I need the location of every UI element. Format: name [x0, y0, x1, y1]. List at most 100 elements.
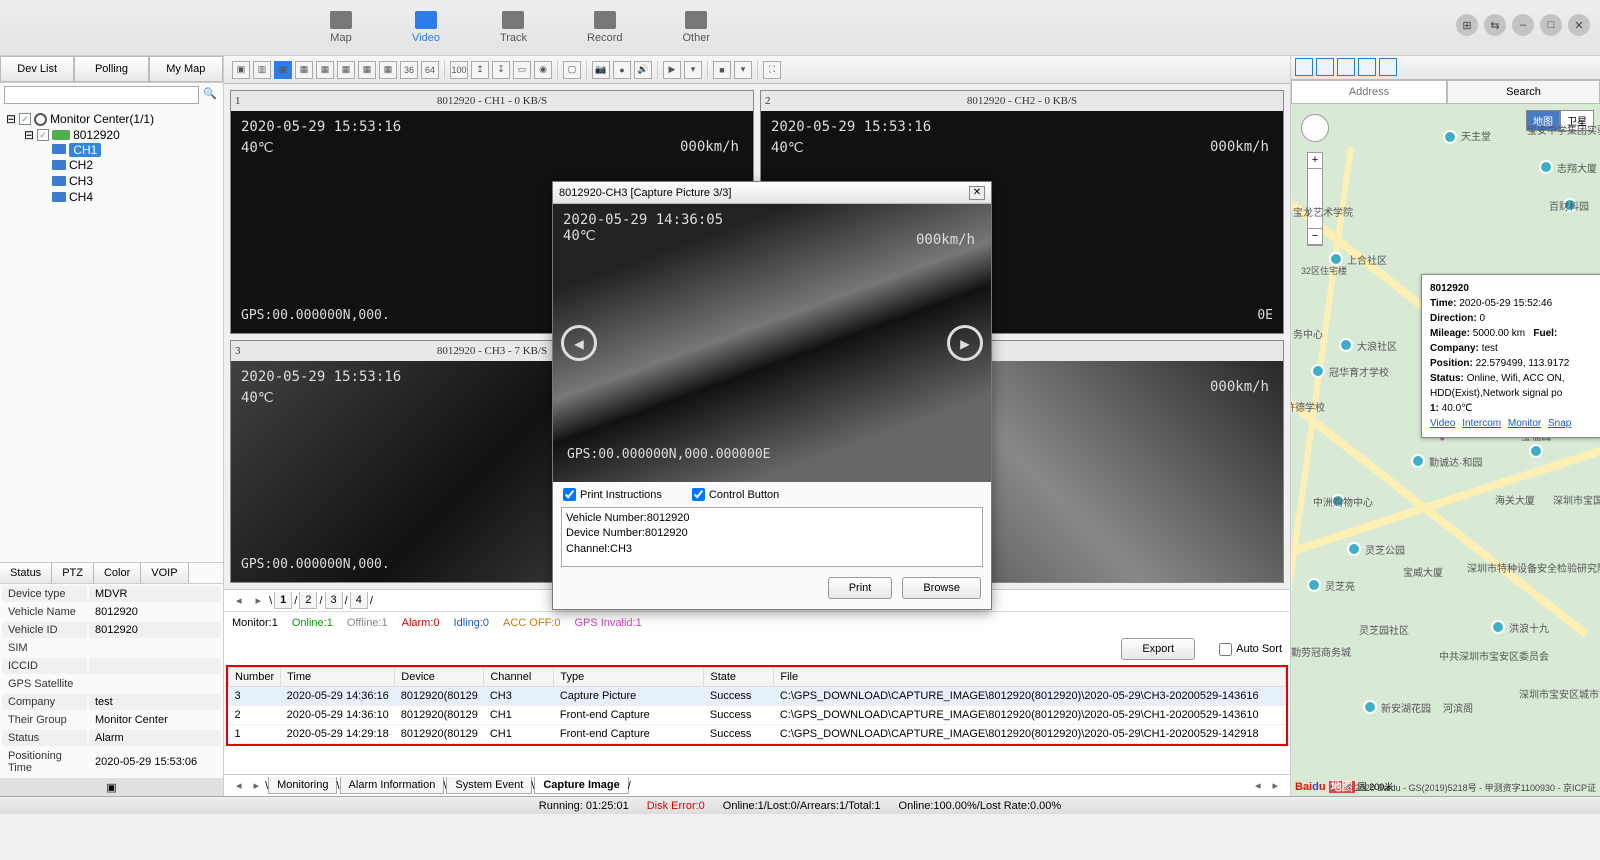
- minimize-button[interactable]: –: [1512, 14, 1534, 36]
- compass-icon[interactable]: [1301, 114, 1329, 142]
- btab-prev[interactable]: ◂: [230, 779, 248, 792]
- table-row[interactable]: 12020-05-29 14:29:188012920(80129CH1Fron…: [229, 725, 1286, 744]
- map-zoom[interactable]: +−: [1307, 152, 1323, 246]
- search-input[interactable]: [4, 86, 199, 104]
- page-tab-3[interactable]: 3: [325, 592, 343, 609]
- tree-ch3[interactable]: CH3: [6, 173, 217, 189]
- tab-color[interactable]: Color: [94, 563, 141, 583]
- close-button[interactable]: ✕: [1568, 14, 1590, 36]
- export-button[interactable]: Export: [1121, 638, 1195, 660]
- tab-ptz[interactable]: PTZ: [52, 563, 94, 583]
- map-canvas[interactable]: +− 地图卫星 天主堂 宝安中学集团实验学校 志翔大厦 百财科园 宝龙艺术学院 …: [1291, 104, 1600, 796]
- vt-up-btn[interactable]: ↥: [471, 61, 489, 79]
- grid-button[interactable]: ⊞: [1456, 14, 1478, 36]
- footer-status: Running: 01:25:01 Disk Error:0 Online:1/…: [0, 796, 1600, 814]
- map-tool-3[interactable]: [1337, 58, 1355, 76]
- map-tool-5[interactable]: [1379, 58, 1397, 76]
- tree-root[interactable]: ⊟ ✓ Monitor Center(1/1): [6, 111, 217, 127]
- nav-video[interactable]: Video: [412, 11, 440, 44]
- browse-button[interactable]: Browse: [902, 577, 981, 599]
- btab-next[interactable]: ▸: [248, 779, 266, 792]
- tab-alarm[interactable]: Alarm Information: [340, 777, 445, 794]
- layout9-btn[interactable]: ▦: [337, 61, 355, 79]
- vt-capture-btn[interactable]: 📷: [592, 61, 610, 79]
- vt-monitor-btn[interactable]: ▢: [563, 61, 581, 79]
- share-button[interactable]: ⇆: [1484, 14, 1506, 36]
- nav-track[interactable]: Track: [500, 11, 527, 44]
- layout25-btn[interactable]: ▦: [379, 61, 397, 79]
- address-input[interactable]: [1291, 80, 1447, 104]
- tab-capture[interactable]: Capture Image: [534, 777, 628, 794]
- nav-other[interactable]: Other: [683, 11, 711, 44]
- search-row: 🔍: [0, 83, 223, 107]
- btab-scroll-right[interactable]: ▸: [1266, 779, 1284, 792]
- layout2-btn[interactable]: ▥: [253, 61, 271, 79]
- vt-play-btn[interactable]: ▶: [663, 61, 681, 79]
- print-instructions-check[interactable]: Print Instructions: [563, 488, 662, 501]
- tab-mymap[interactable]: My Map: [149, 56, 223, 82]
- page-next[interactable]: ▸: [250, 594, 268, 607]
- layout4-btn[interactable]: ▦: [274, 61, 292, 79]
- btab-scroll-left[interactable]: ◂: [1249, 779, 1267, 792]
- main-nav: Map Video Track Record Other: [330, 11, 710, 44]
- map-panel: +− 地图卫星 天主堂 宝安中学集团实验学校 志翔大厦 百财科园 宝龙艺术学院 …: [1290, 56, 1600, 796]
- vt-dropdown-btn[interactable]: ▾: [684, 61, 702, 79]
- layout6-btn[interactable]: ▦: [295, 61, 313, 79]
- tab-voip[interactable]: VOIP: [141, 563, 188, 583]
- tab-system[interactable]: System Event: [446, 777, 532, 794]
- vt-down-btn[interactable]: ↧: [492, 61, 510, 79]
- dialog-textarea[interactable]: Vehicle Number:8012920 Device Number:801…: [561, 507, 983, 567]
- layout64-btn[interactable]: 64: [421, 61, 439, 79]
- page-tab-1[interactable]: 1: [274, 592, 292, 609]
- table-row[interactable]: 22020-05-29 14:36:108012920(80129CH1Fron…: [229, 706, 1286, 725]
- tab-devlist[interactable]: Dev List: [0, 56, 74, 82]
- tab-polling[interactable]: Polling: [74, 56, 148, 82]
- gear-icon: [34, 113, 47, 126]
- search-icon[interactable]: 🔍: [203, 87, 219, 103]
- callout-intercom[interactable]: Intercom: [1462, 418, 1501, 429]
- map-tool-1[interactable]: [1295, 58, 1313, 76]
- vt-disk-btn[interactable]: ◉: [534, 61, 552, 79]
- tree-ch4[interactable]: CH4: [6, 189, 217, 205]
- dialog-next[interactable]: ▶: [947, 325, 983, 361]
- dialog-prev[interactable]: ◀: [561, 325, 597, 361]
- map-tool-2[interactable]: [1316, 58, 1334, 76]
- search-button[interactable]: [1447, 80, 1600, 104]
- vt-dropdown2-btn[interactable]: ▾: [734, 61, 752, 79]
- vt-stop-btn[interactable]: ■: [713, 61, 731, 79]
- nav-map[interactable]: Map: [330, 11, 352, 44]
- layout36-btn[interactable]: 36: [400, 61, 418, 79]
- collapse-icon[interactable]: ▣: [106, 781, 116, 794]
- autosort-checkbox[interactable]: Auto Sort: [1219, 643, 1282, 656]
- vt-fullscreen-btn[interactable]: ⛶: [763, 61, 781, 79]
- status-monitor: Monitor:1: [232, 617, 278, 629]
- tree-ch1[interactable]: CH1: [69, 143, 101, 157]
- status-alarm: Alarm:0: [402, 617, 440, 629]
- map-tool-4[interactable]: [1358, 58, 1376, 76]
- callout-snap[interactable]: Snap: [1548, 418, 1571, 429]
- vt-cam-btn[interactable]: ▭: [513, 61, 531, 79]
- page-tab-2[interactable]: 2: [299, 592, 317, 609]
- tab-monitoring[interactable]: Monitoring: [268, 777, 337, 794]
- vt-record-btn[interactable]: ●: [613, 61, 631, 79]
- table-row[interactable]: 32020-05-29 14:36:168012920(80129CH3Capt…: [229, 687, 1286, 706]
- layout100-btn[interactable]: 100: [450, 61, 468, 79]
- control-button-check[interactable]: Control Button: [692, 488, 779, 501]
- dialog-close-button[interactable]: ✕: [969, 186, 985, 200]
- nav-record[interactable]: Record: [587, 11, 622, 44]
- tab-status[interactable]: Status: [0, 563, 52, 583]
- callout-monitor[interactable]: Monitor: [1508, 418, 1541, 429]
- print-button[interactable]: Print: [828, 577, 893, 599]
- dialog-titlebar[interactable]: 8012920-CH3 [Capture Picture 3/3] ✕: [553, 182, 991, 204]
- layout16-btn[interactable]: ▦: [358, 61, 376, 79]
- layout1-btn[interactable]: ▣: [232, 61, 250, 79]
- running-time: Running: 01:25:01: [539, 800, 629, 812]
- page-prev[interactable]: ◂: [230, 594, 248, 607]
- page-tab-4[interactable]: 4: [350, 592, 368, 609]
- maximize-button[interactable]: □: [1540, 14, 1562, 36]
- tree-device[interactable]: ⊟ ✓ 8012920: [6, 127, 217, 143]
- callout-video[interactable]: Video: [1430, 418, 1455, 429]
- tree-ch2[interactable]: CH2: [6, 157, 217, 173]
- layout8-btn[interactable]: ▦: [316, 61, 334, 79]
- vt-sound-btn[interactable]: 🔊: [634, 61, 652, 79]
